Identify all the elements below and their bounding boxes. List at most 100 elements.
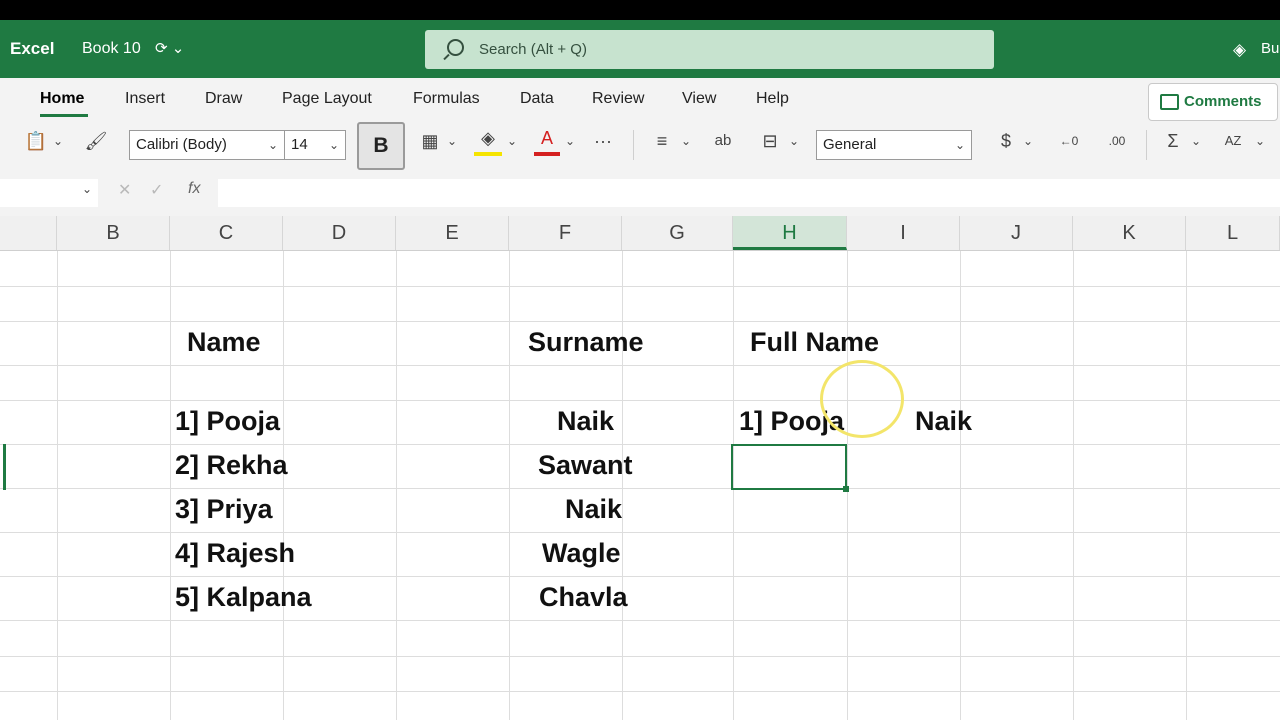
comment-icon (1160, 94, 1179, 110)
cell-name-5[interactable]: 5] Kalpana (175, 582, 312, 613)
number-format-value: General (823, 136, 877, 153)
cell-surname-4[interactable]: Wagle (542, 538, 621, 569)
number-format-select[interactable]: General ⌄ (816, 130, 972, 160)
cell-name-4[interactable]: 4] Rajesh (175, 538, 295, 569)
autosave-icon[interactable]: ⟳ ⌄ (155, 39, 184, 57)
more-options-icon[interactable]: ··· (588, 124, 618, 158)
column-header-h[interactable]: H (733, 216, 847, 250)
app-name[interactable]: Excel (10, 39, 54, 59)
sort-chevron-icon[interactable]: ⌄ (1252, 124, 1268, 158)
column-header-d[interactable]: D (283, 216, 396, 250)
bold-button[interactable]: B (357, 122, 405, 170)
tab-view[interactable]: View (682, 90, 716, 108)
paste-icon[interactable]: 📋 (22, 124, 50, 158)
toolbar-divider (1146, 130, 1147, 160)
worksheet-grid[interactable] (0, 251, 1280, 720)
chevron-down-icon: ⌄ (267, 138, 278, 152)
cell-f-surname-header[interactable]: Surname (528, 327, 644, 358)
chevron-down-icon: ⌄ (328, 138, 339, 152)
comments-label: Comments (1184, 93, 1262, 110)
tab-data[interactable]: Data (520, 90, 554, 108)
column-header-e[interactable]: E (396, 216, 509, 250)
font-size-value: 14 (291, 136, 308, 153)
toolbar-divider (633, 130, 634, 160)
tab-formulas[interactable]: Formulas (413, 90, 480, 108)
active-tab-indicator (40, 114, 88, 117)
autosum-icon[interactable]: Σ (1160, 124, 1186, 158)
cell-i-surname-1[interactable]: Naik (915, 406, 972, 437)
function-icon[interactable]: fx (188, 180, 200, 198)
name-box[interactable]: ⌄ (0, 179, 98, 207)
grid-line (0, 532, 1280, 533)
search-box[interactable]: Search (Alt + Q) (425, 30, 994, 69)
column-header-b[interactable]: B (57, 216, 170, 250)
chevron-down-icon: ⌄ (954, 138, 965, 152)
borders-icon[interactable]: ▦ (416, 124, 444, 158)
cell-surname-2[interactable]: Sawant (538, 450, 633, 481)
search-placeholder: Search (Alt + Q) (479, 41, 587, 58)
enter-icon[interactable]: ✓ (150, 180, 163, 200)
search-icon (447, 39, 464, 56)
cell-name-1[interactable]: 1] Pooja (175, 406, 280, 437)
wrap-text-icon[interactable]: ab (708, 124, 738, 158)
tab-page-layout[interactable]: Page Layout (282, 90, 372, 108)
column-header-c[interactable]: C (170, 216, 283, 250)
tab-insert[interactable]: Insert (125, 90, 165, 108)
book-name[interactable]: Book 10 (82, 40, 141, 58)
column-header-i[interactable]: I (847, 216, 960, 250)
active-row-indicator (3, 444, 6, 490)
buy-label[interactable]: Bu (1261, 40, 1279, 57)
currency-icon[interactable]: $ (994, 124, 1018, 158)
column-header-k[interactable]: K (1073, 216, 1186, 250)
fill-color-icon[interactable]: ◈ (474, 124, 502, 156)
tab-help[interactable]: Help (756, 90, 789, 108)
tab-draw[interactable]: Draw (205, 90, 242, 108)
formula-input[interactable] (218, 179, 1280, 207)
grid-line (0, 444, 1280, 445)
sort-filter-icon[interactable]: AZ (1218, 124, 1248, 158)
font-size-select[interactable]: 14 ⌄ (284, 130, 346, 160)
font-color-chevron-icon[interactable]: ⌄ (562, 124, 578, 158)
ribbon: Home Insert Draw Page Layout Formulas Da… (0, 78, 1280, 174)
active-cell-selection[interactable] (731, 444, 847, 490)
font-name-select[interactable]: Calibri (Body) ⌄ (129, 130, 285, 160)
premium-diamond-icon[interactable]: ◈ (1233, 40, 1246, 60)
cell-surname-1[interactable]: Naik (557, 406, 614, 437)
align-chevron-icon[interactable]: ⌄ (678, 124, 694, 158)
grid-line (0, 488, 1280, 489)
merge-chevron-icon[interactable]: ⌄ (786, 124, 802, 158)
font-color-icon[interactable]: A (534, 124, 560, 156)
column-header-l[interactable]: L (1186, 216, 1280, 250)
cell-name-2[interactable]: 2] Rekha (175, 450, 288, 481)
formula-bar: ⌄ ✕ ✓ fx (0, 174, 1280, 216)
cell-h-full-name-header[interactable]: Full Name (750, 327, 879, 358)
decrease-decimal-icon[interactable]: .00 (1100, 124, 1134, 158)
title-bar: Excel Book 10 ⟳ ⌄ Search (Alt + Q) ◈ Bu (0, 20, 1280, 78)
format-painter-icon[interactable]: 🖌 (82, 124, 110, 158)
grid-line (0, 576, 1280, 577)
column-header-f[interactable]: F (509, 216, 622, 250)
cancel-icon[interactable]: ✕ (118, 180, 131, 200)
cell-surname-5[interactable]: Chavla (539, 582, 628, 613)
column-header-j[interactable]: J (960, 216, 1073, 250)
currency-chevron-icon[interactable]: ⌄ (1020, 124, 1036, 158)
borders-chevron-icon[interactable]: ⌄ (444, 124, 460, 158)
cell-c-name-header[interactable]: Name (187, 327, 261, 358)
paste-chevron-icon[interactable]: ⌄ (50, 124, 66, 158)
increase-decimal-icon[interactable]: ←0 (1052, 124, 1086, 158)
tab-home[interactable]: Home (40, 90, 84, 108)
column-header-a[interactable] (0, 216, 57, 250)
autosum-chevron-icon[interactable]: ⌄ (1188, 124, 1204, 158)
cell-surname-3[interactable]: Naik (565, 494, 622, 525)
merge-icon[interactable]: ⊟ (756, 124, 784, 158)
column-header-g[interactable]: G (622, 216, 733, 250)
cell-name-3[interactable]: 3] Priya (175, 494, 273, 525)
comments-button[interactable]: Comments (1148, 83, 1278, 121)
fill-chevron-icon[interactable]: ⌄ (504, 124, 520, 158)
align-icon[interactable]: ≡ (648, 124, 676, 158)
tab-review[interactable]: Review (592, 90, 644, 108)
grid-line (0, 656, 1280, 657)
fill-handle[interactable] (843, 486, 849, 492)
top-strip (0, 0, 1280, 20)
grid-line (0, 691, 1280, 692)
